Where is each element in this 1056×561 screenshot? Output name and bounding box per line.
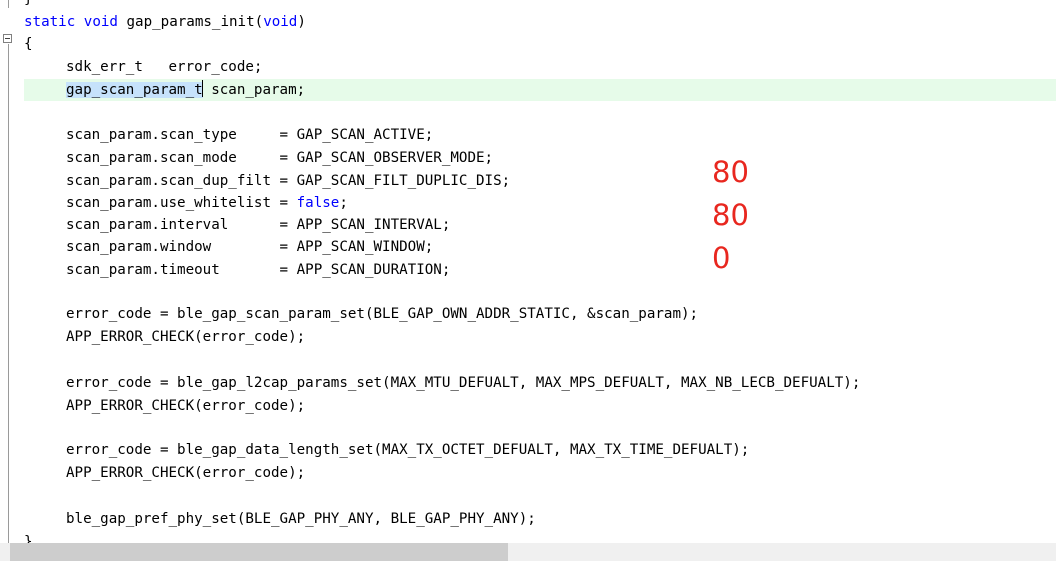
annotation-arrow-icon (550, 195, 710, 250)
keyword: static (24, 14, 76, 30)
gutter-fold-line (8, 44, 9, 543)
code-editor[interactable]: } static void gap_params_init(void) { sd… (0, 0, 1056, 543)
annotation-value: 80 (712, 198, 749, 232)
scrollbar-thumb[interactable] (10, 543, 508, 561)
keyword: false (296, 195, 340, 211)
annotation-value: 80 (712, 155, 749, 189)
code-line-current-scan-param-decl[interactable]: gap_scan_param_t scan_param; (24, 79, 1056, 101)
keyword: void (263, 14, 298, 30)
annotation-value: 0 (712, 241, 731, 275)
text-selection: gap_scan_param_t (66, 82, 203, 98)
gutter-fold-line (8, 0, 9, 8)
fold-collapse-icon[interactable] (3, 34, 12, 43)
keyword: void (83, 14, 118, 30)
horizontal-scrollbar[interactable] (0, 543, 1056, 561)
